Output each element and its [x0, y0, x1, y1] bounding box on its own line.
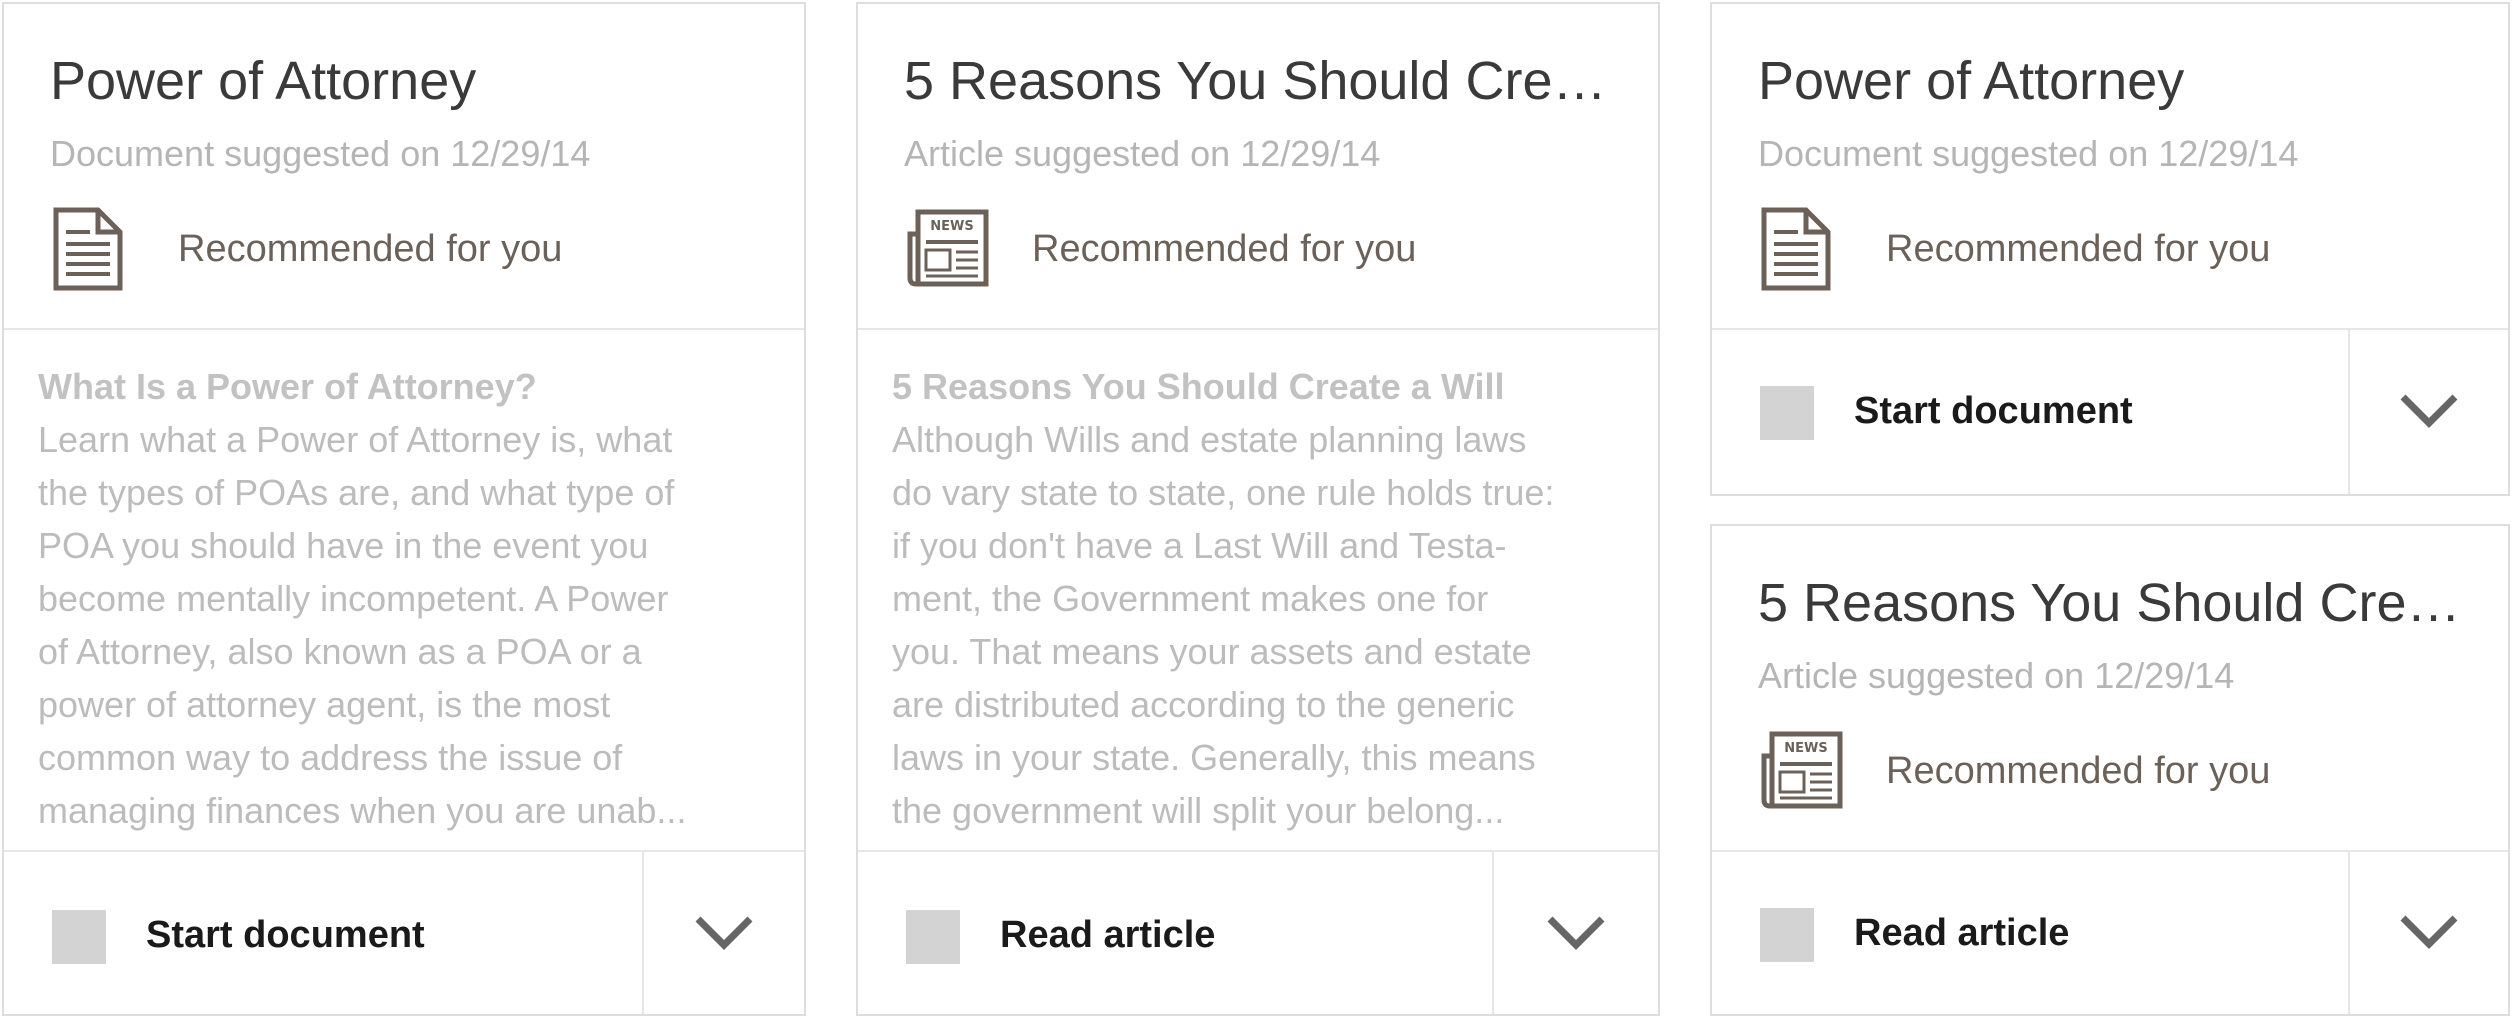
preview-line: ment, the Government makes one for — [892, 578, 1489, 619]
card-title: 5 Reasons You Should Crea... — [1758, 573, 2468, 633]
preview-line: the types of POAs are, and what type of — [38, 472, 675, 513]
expand-button[interactable] — [2350, 850, 2508, 1014]
preview-line: common way to address the issue of — [38, 737, 623, 778]
card-title: Power of Attorney — [50, 51, 477, 111]
card-header: 5 Reasons You Should Crea... Article sug… — [858, 4, 1658, 330]
preview-line: laws in your state. Generally, this mean… — [892, 737, 1536, 778]
card-subtitle: Article suggested on 12/29/14 — [904, 133, 1381, 174]
preview-line: are distributed according to the generic — [892, 684, 1515, 725]
card-footer: Start document — [4, 850, 804, 1014]
chevron-down-icon — [2400, 394, 2458, 428]
card-subtitle: Document suggested on 12/29/14 — [50, 133, 591, 174]
recommendation-label: Recommended for you — [178, 228, 563, 270]
action-label: Read article — [1000, 914, 1216, 956]
preview-line: you. That means your assets and estate — [892, 631, 1532, 672]
expand-button[interactable] — [2350, 328, 2508, 494]
suggestion-card-article-collapsed: 5 Reasons You Should Crea... Article sug… — [1710, 524, 2510, 1016]
card-footer: Read article — [858, 850, 1658, 1014]
card-footer: Start document — [1712, 328, 2508, 494]
expand-button[interactable] — [1494, 852, 1658, 1014]
card-title: 5 Reasons You Should Crea... — [904, 51, 1614, 111]
document-icon — [1758, 204, 1848, 294]
read-article-button[interactable]: Read article — [858, 852, 1494, 1014]
newspaper-icon: NEWS — [904, 204, 994, 294]
recommendation-label: Recommended for you — [1032, 228, 1417, 270]
card-preview: 5 Reasons You Should Create a Will Altho… — [858, 330, 1658, 852]
card-header: 5 Reasons You Should Crea... Article sug… — [1712, 526, 2508, 852]
newspaper-icon: NEWS — [1758, 726, 1848, 816]
recommendation-label: Recommended for you — [1886, 228, 2271, 270]
action-label: Read article — [1854, 912, 2070, 954]
suggestion-card-article-expanded: 5 Reasons You Should Crea... Article sug… — [856, 2, 1660, 1016]
document-icon — [50, 204, 140, 294]
preview-line: if you don't have a Last Will and Testa- — [892, 525, 1507, 566]
read-article-button[interactable]: Read article — [1712, 850, 2350, 1014]
recommendation-row: NEWS Recommended for you — [1758, 726, 2458, 816]
card-footer: Read article — [1712, 850, 2508, 1014]
newspaper-icon-text: NEWS — [1784, 741, 1827, 756]
card-preview: What Is a Power of Attorney? Learn what … — [4, 330, 804, 852]
checkbox[interactable] — [1760, 908, 1814, 962]
preview-line: POA you should have in the event you — [38, 525, 649, 566]
start-document-button[interactable]: Start document — [4, 852, 644, 1014]
card-subtitle: Document suggested on 12/29/14 — [1758, 133, 2299, 174]
recommendation-row: Recommended for you — [50, 204, 750, 294]
action-label: Start document — [146, 914, 425, 956]
preview-line: do vary state to state, one rule holds t… — [892, 472, 1555, 513]
recommendation-row: NEWS Recommended for you — [904, 204, 1604, 294]
recommendation-label: Recommended for you — [1886, 750, 2271, 792]
checkbox[interactable] — [52, 910, 106, 964]
chevron-down-icon — [1547, 916, 1605, 950]
checkbox[interactable] — [1760, 386, 1814, 440]
card-header: Power of Attorney Document suggested on … — [4, 4, 804, 330]
preview-line: power of attorney agent, is the most — [38, 684, 611, 725]
preview-heading: 5 Reasons You Should Create a Will — [892, 366, 1505, 407]
preview-line: become mentally incompetent. A Power — [38, 578, 669, 619]
chevron-down-icon — [2400, 915, 2458, 949]
suggestion-card-document-expanded: Power of Attorney Document suggested on … — [2, 2, 806, 1016]
chevron-down-icon — [695, 916, 753, 950]
preview-line: managing finances when you are unab... — [38, 790, 687, 831]
preview-line: Although Wills and estate planning laws — [892, 419, 1527, 460]
action-label: Start document — [1854, 390, 2133, 432]
checkbox[interactable] — [906, 910, 960, 964]
preview-line: Learn what a Power of Attorney is, what — [38, 419, 673, 460]
card-subtitle: Article suggested on 12/29/14 — [1758, 655, 2235, 696]
preview-line: of Attorney, also known as a POA or a — [38, 631, 642, 672]
recommendation-row: Recommended for you — [1758, 204, 2458, 294]
card-title: Power of Attorney — [1758, 51, 2185, 111]
expand-button[interactable] — [644, 852, 804, 1014]
preview-line: the government will split your belong... — [892, 790, 1505, 831]
suggestion-card-document-collapsed: Power of Attorney Document suggested on … — [1710, 2, 2510, 496]
card-header: Power of Attorney Document suggested on … — [1712, 4, 2508, 330]
preview-heading: What Is a Power of Attorney? — [38, 366, 537, 407]
newspaper-icon-text: NEWS — [930, 219, 973, 234]
start-document-button[interactable]: Start document — [1712, 328, 2350, 494]
